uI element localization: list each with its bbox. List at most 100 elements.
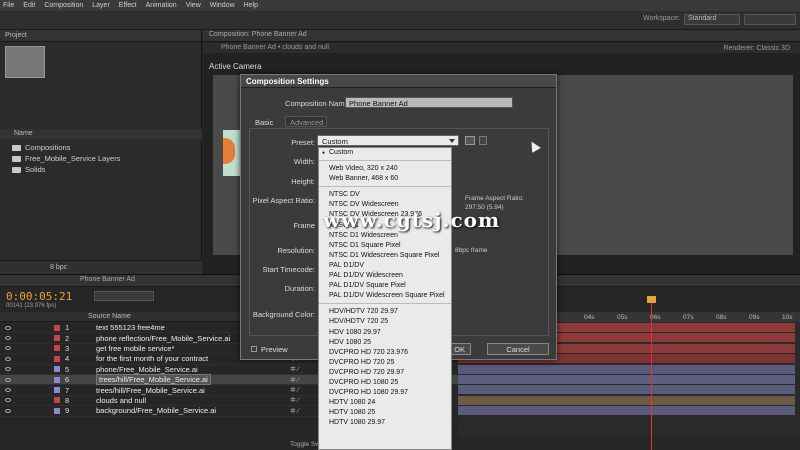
preset-option[interactable]: PAL D1/DV Widescreen Square Pixel	[319, 291, 451, 301]
composition-name-input[interactable]: Phone Banner Ad	[345, 97, 513, 108]
label-color-swatch[interactable]	[54, 355, 60, 362]
menu-help[interactable]: Help	[244, 2, 258, 9]
playhead-line[interactable]	[651, 296, 652, 450]
preset-option[interactable]: HDV 1080 25	[319, 338, 451, 348]
eye-icon[interactable]	[5, 408, 11, 413]
layer-name[interactable]: clouds and null	[96, 396, 146, 405]
preset-option[interactable]: PAL D1/DV Square Pixel	[319, 281, 451, 291]
preset-option[interactable]: Web Video, 320 x 240	[319, 164, 451, 174]
eye-icon[interactable]	[5, 398, 11, 403]
height-label: Height:	[291, 177, 315, 186]
timeline-tab[interactable]: Phone Banner Ad	[80, 276, 135, 283]
tab-advanced[interactable]: Advanced	[285, 116, 327, 127]
menu-edit[interactable]: Edit	[23, 2, 35, 9]
label-color-swatch[interactable]	[54, 366, 60, 373]
bpc-frame-readout: 8bpc frame	[455, 247, 488, 254]
preset-option[interactable]: DVCPRO HD 1080 25	[319, 378, 451, 388]
layer-name[interactable]: for the first month of your contract	[96, 354, 208, 363]
menu-view[interactable]: View	[186, 2, 201, 9]
layer-duration-bar[interactable]	[458, 375, 795, 384]
label-color-swatch[interactable]	[54, 376, 60, 383]
layer-name[interactable]: text 555123 free4me	[96, 323, 165, 332]
project-name-header[interactable]: Name	[0, 129, 202, 139]
preset-option[interactable]: HDTV 1080 25	[319, 408, 451, 418]
preset-option[interactable]: NTSC D1 Square Pixel	[319, 241, 451, 251]
preset-option[interactable]: DVCPRO HD 1080 29.97	[319, 388, 451, 398]
layer-switches[interactable]: ✲ ∕	[290, 396, 299, 404]
layer-name[interactable]: phone/Free_Mobile_Service.ai	[96, 365, 198, 374]
frame-rate-readout: 00141 (23.976 fps)	[6, 303, 57, 309]
label-color-swatch[interactable]	[54, 335, 60, 342]
layer-switches[interactable]: ✲ ∕	[290, 386, 299, 394]
label-color-swatch[interactable]	[54, 387, 60, 394]
layer-duration-bar[interactable]	[458, 406, 795, 416]
current-timecode[interactable]: 0:00:05:21	[6, 290, 72, 303]
menu-animation[interactable]: Animation	[146, 2, 177, 9]
duration-label: Duration:	[284, 284, 315, 293]
eye-icon[interactable]	[5, 388, 11, 393]
delete-preset-icon[interactable]	[479, 136, 487, 145]
menu-window[interactable]: Window	[210, 2, 235, 9]
preset-option[interactable]: NTSC DV	[319, 190, 451, 200]
frame-aspect-ratio-label: Frame Aspect Ratio:	[465, 195, 524, 202]
eye-icon[interactable]	[5, 356, 11, 361]
renderer-label[interactable]: Renderer: Classic 3D	[723, 45, 790, 52]
bpc-toggle[interactable]: 8 bpc	[50, 264, 67, 271]
preset-dropdown[interactable]: Custom	[317, 135, 459, 146]
preset-option[interactable]: DVCPRO HD 720 25	[319, 358, 451, 368]
preset-option[interactable]: HDV 1080 29.97	[319, 328, 451, 338]
preset-option[interactable]: DVCPRO HD 720 23.976	[319, 348, 451, 358]
layer-switches[interactable]: ✲ ∕	[290, 376, 299, 384]
menu-effect[interactable]: Effect	[119, 2, 137, 9]
layer-switches[interactable]: ✲ ∕	[290, 365, 299, 373]
layer-name[interactable]: trees/hill/Free_Mobile_Service.ai	[96, 374, 211, 386]
layer-name[interactable]: get free mobile service*	[96, 344, 174, 353]
preset-option[interactable]: HDTV 1080 24	[319, 398, 451, 408]
layer-switches[interactable]: ✲ ∕	[290, 407, 299, 415]
layer-duration-bar[interactable]	[458, 395, 795, 405]
label-color-swatch[interactable]	[54, 345, 60, 352]
label-color-swatch[interactable]	[54, 324, 60, 331]
playhead-handle[interactable]	[647, 296, 656, 303]
workspace-dropdown[interactable]: Standard	[684, 14, 740, 25]
eye-icon[interactable]	[5, 336, 11, 341]
layer-name[interactable]: background/Free_Mobile_Service.ai	[96, 406, 216, 415]
preview-checkbox[interactable]: Preview	[251, 345, 288, 354]
project-tab[interactable]: Project	[0, 30, 201, 42]
menu-layer[interactable]: Layer	[92, 2, 110, 9]
preset-option[interactable]: PAL D1/DV Widescreen	[319, 271, 451, 281]
save-preset-icon[interactable]	[465, 136, 475, 145]
eye-icon[interactable]	[5, 346, 11, 351]
preset-option[interactable]: NTSC D1 Widescreen Square Pixel	[319, 251, 451, 261]
eye-icon[interactable]	[5, 367, 11, 372]
menu-composition[interactable]: Composition	[44, 2, 83, 9]
preset-option[interactable]: HDV/HDTV 720 29.97	[319, 307, 451, 317]
ruler-tick-label: 10s	[782, 314, 793, 321]
preset-option[interactable]: DVCPRO HD 720 29.97	[319, 368, 451, 378]
preset-option[interactable]: Custom	[319, 148, 451, 158]
preset-option[interactable]: Web Banner, 468 x 60	[319, 174, 451, 184]
label-color-swatch[interactable]	[54, 407, 60, 414]
layer-duration-bar[interactable]	[458, 364, 795, 374]
label-color-swatch[interactable]	[54, 397, 60, 404]
cancel-button[interactable]: Cancel	[487, 343, 549, 355]
preset-option[interactable]: PAL D1/DV	[319, 261, 451, 271]
layer-name[interactable]: phone reflection/Free_Mobile_Service.ai	[96, 334, 230, 343]
toggle-switches-button[interactable]: Toggle Sw	[290, 441, 320, 448]
timeline-search-input[interactable]	[94, 291, 154, 301]
preset-option[interactable]: HDTV 1080 29.97	[319, 418, 451, 428]
eye-icon[interactable]	[5, 377, 11, 382]
menu-file[interactable]: File	[3, 2, 14, 9]
project-item-layers[interactable]: Free_Mobile_Service Layers	[0, 153, 202, 164]
layer-duration-bar[interactable]	[458, 385, 795, 395]
preset-option[interactable]: NTSC D1 Widescreen	[319, 231, 451, 241]
preset-option[interactable]: HDV/HDTV 720 25	[319, 317, 451, 327]
project-item-compositions[interactable]: Compositions	[0, 142, 202, 153]
tab-basic[interactable]: Basic	[255, 118, 273, 127]
source-name-header[interactable]: Source Name	[88, 313, 131, 320]
project-item-solids[interactable]: Solids	[0, 164, 202, 175]
layer-name[interactable]: trees/hill/Free_Mobile_Service.ai	[96, 386, 205, 395]
eye-icon[interactable]	[5, 325, 11, 330]
composition-tab[interactable]: Composition: Phone Banner Ad	[209, 31, 307, 38]
search-help-input[interactable]	[744, 14, 796, 25]
